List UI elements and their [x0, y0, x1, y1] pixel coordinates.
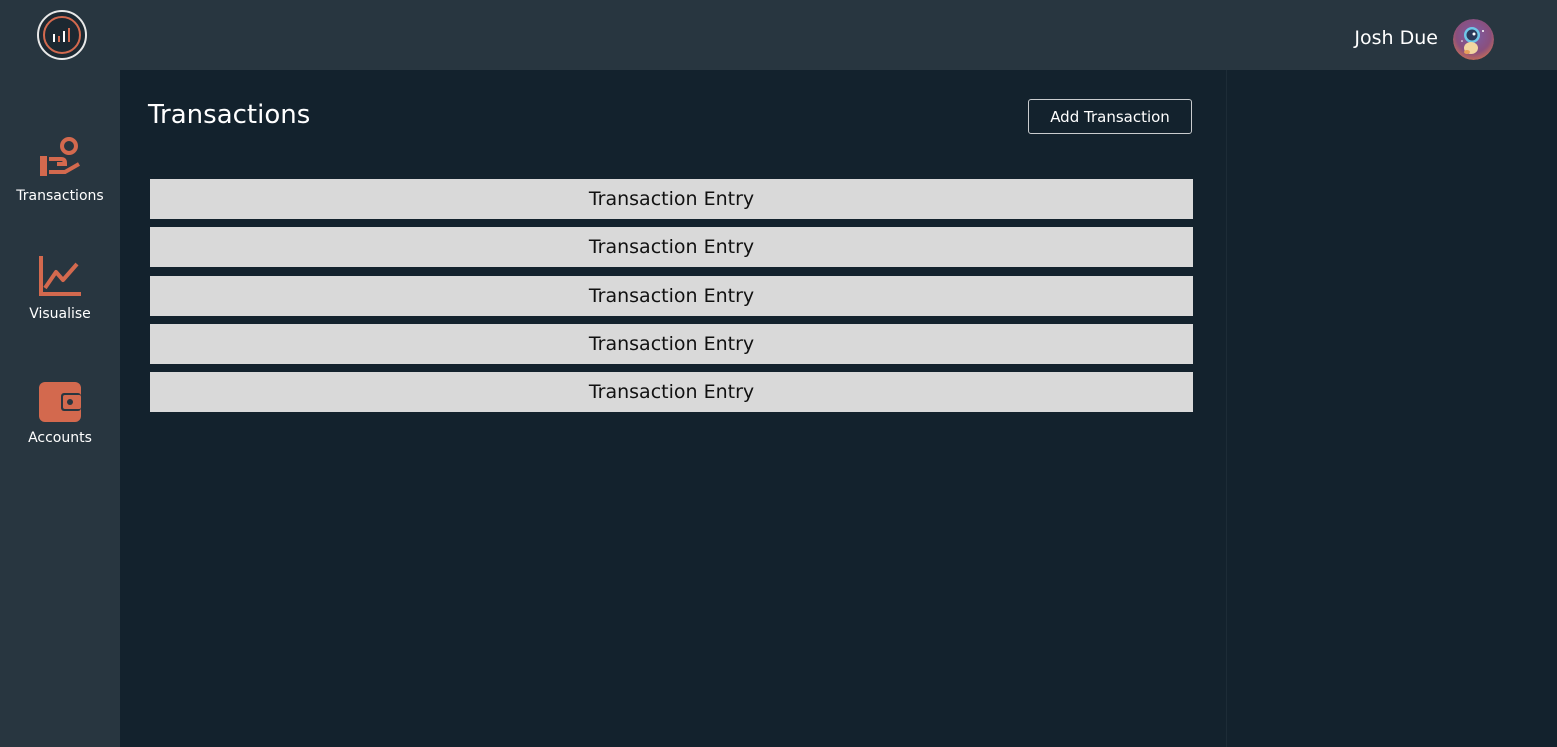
sidebar-item-label: Transactions [16, 188, 104, 204]
page-title: Transactions [148, 100, 311, 130]
hand-coin-icon [40, 137, 80, 176]
top-header: Josh Due [120, 0, 1557, 70]
sidebar-item-label: Accounts [28, 430, 92, 446]
wallet-icon [39, 382, 81, 422]
user-avatar[interactable] [1453, 19, 1494, 60]
sidebar-item-label: Visualise [29, 306, 91, 322]
transaction-row[interactable]: Transaction Entry [150, 227, 1193, 268]
transaction-row[interactable]: Transaction Entry [150, 275, 1193, 316]
sidebar-item-visualise[interactable]: Visualise [0, 252, 120, 322]
user-name[interactable]: Josh Due [1354, 27, 1438, 49]
main-content: Transactions Add Transaction Transaction… [120, 70, 1226, 747]
transaction-list: Transaction Entry Transaction Entry Tran… [150, 179, 1193, 420]
sidebar-item-transactions[interactable]: Transactions [0, 134, 120, 204]
line-chart-icon [39, 256, 81, 296]
sidebar: Transactions Visualise Accounts [0, 0, 120, 747]
transaction-row[interactable]: Transaction Entry [150, 372, 1193, 413]
transaction-row[interactable]: Transaction Entry [150, 323, 1193, 364]
sidebar-item-accounts[interactable]: Accounts [0, 376, 120, 446]
transaction-row[interactable]: Transaction Entry [150, 179, 1193, 219]
app-root: Transactions Visualise Accounts Josh Due [0, 0, 1557, 747]
add-transaction-button[interactable]: Add Transaction [1028, 99, 1192, 134]
right-panel [1226, 70, 1557, 747]
bar-chart-logo-icon [43, 16, 81, 54]
app-logo[interactable] [37, 10, 87, 60]
